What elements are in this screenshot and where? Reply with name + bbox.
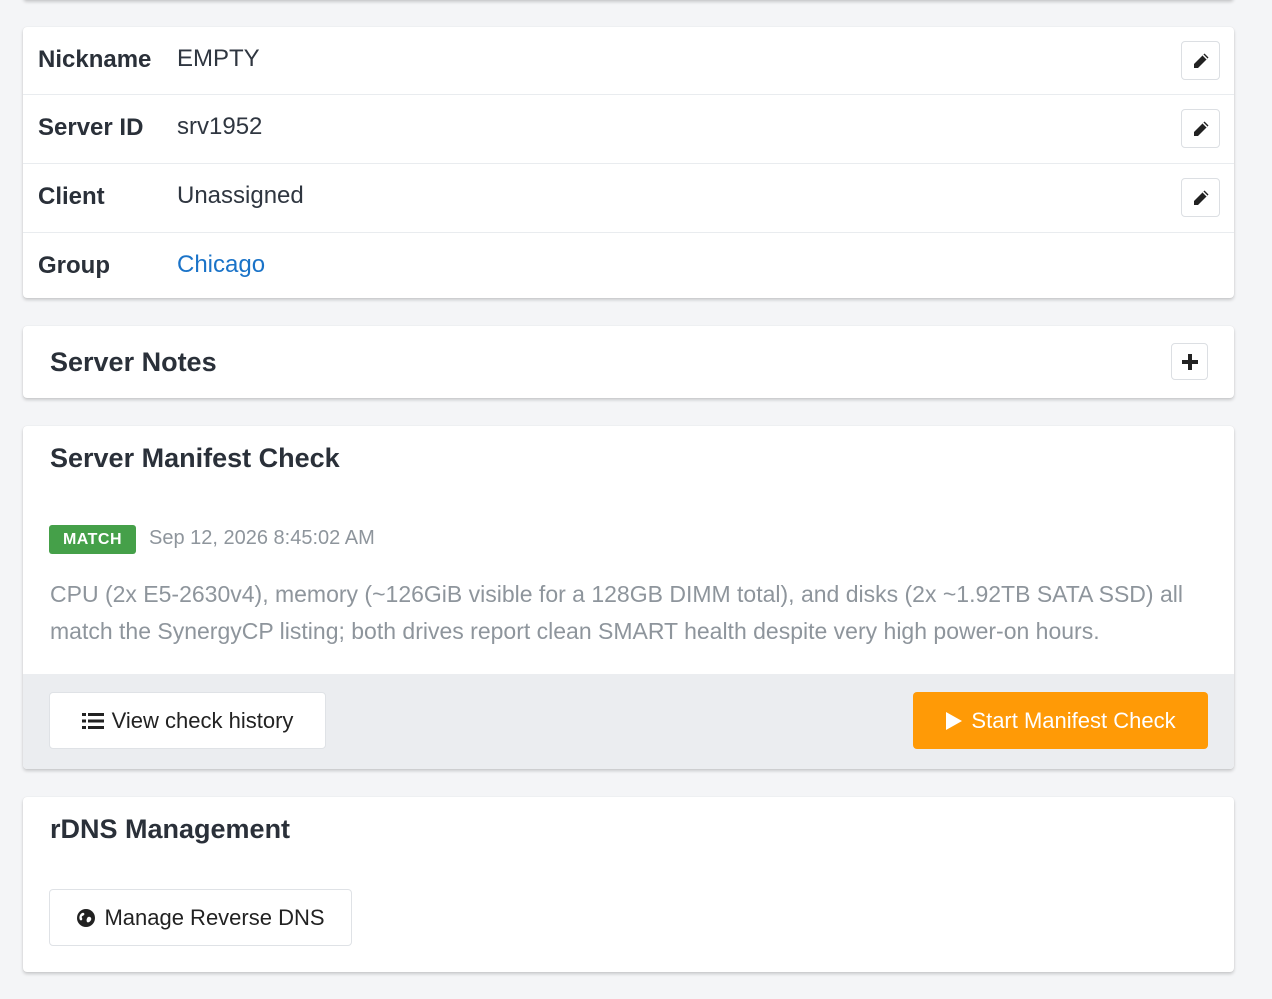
nickname-value: EMPTY (177, 45, 260, 72)
rdns-card: rDNS Management Manage Reverse DNS (23, 797, 1234, 972)
check-timestamp: Sep 12, 2026 8:45:02 AM (149, 527, 375, 549)
group-link[interactable]: Chicago (177, 251, 265, 279)
client-value: Unassigned (177, 182, 304, 209)
manifest-check-title: Server Manifest Check (50, 443, 340, 473)
add-note-button[interactable] (1171, 343, 1208, 380)
manage-reverse-dns-label: Manage Reverse DNS (104, 904, 325, 930)
pencil-icon (1193, 121, 1208, 136)
view-check-history-label: View check history (111, 707, 294, 733)
start-manifest-check-button[interactable]: Start Manifest Check (913, 692, 1208, 749)
play-icon (946, 711, 963, 730)
status-badge: MATCH (49, 525, 136, 554)
manifest-check-card: Server Manifest Check MATCH Sep 12, 2026… (23, 426, 1234, 769)
start-manifest-check-label: Start Manifest Check (971, 707, 1176, 733)
server-id-value: srv1952 (177, 113, 263, 140)
edit-server-id-button[interactable] (1181, 109, 1220, 148)
client-label: Client (38, 183, 105, 210)
list-icon (81, 712, 104, 729)
server-id-label: Server ID (38, 114, 144, 141)
view-check-history-button[interactable]: View check history (49, 692, 326, 749)
globe-icon (77, 908, 96, 927)
rdns-title: rDNS Management (50, 814, 291, 844)
server-notes-title: Server Notes (50, 347, 217, 377)
info-row-group: Group Chicago (23, 233, 1234, 298)
group-label: Group (38, 252, 110, 279)
info-row-nickname: Nickname EMPTY (23, 27, 1234, 95)
server-info-card: Nickname EMPTY Server ID srv1952 Client … (23, 27, 1234, 298)
plus-icon (1181, 353, 1198, 370)
info-row-server-id: Server ID srv1952 (23, 95, 1234, 164)
edit-client-button[interactable] (1181, 178, 1220, 217)
pencil-icon (1193, 53, 1208, 68)
pencil-icon (1193, 190, 1208, 205)
server-notes-card: Server Notes (23, 326, 1234, 398)
manifest-check-footer: View check history Start Manifest Check (23, 674, 1234, 769)
check-summary: CPU (2x E5-2630v4), memory (~126GiB visi… (50, 581, 1183, 644)
nickname-label: Nickname (38, 46, 152, 73)
edit-nickname-button[interactable] (1181, 41, 1220, 80)
info-row-client: Client Unassigned (23, 164, 1234, 233)
manage-reverse-dns-button[interactable]: Manage Reverse DNS (49, 889, 352, 946)
